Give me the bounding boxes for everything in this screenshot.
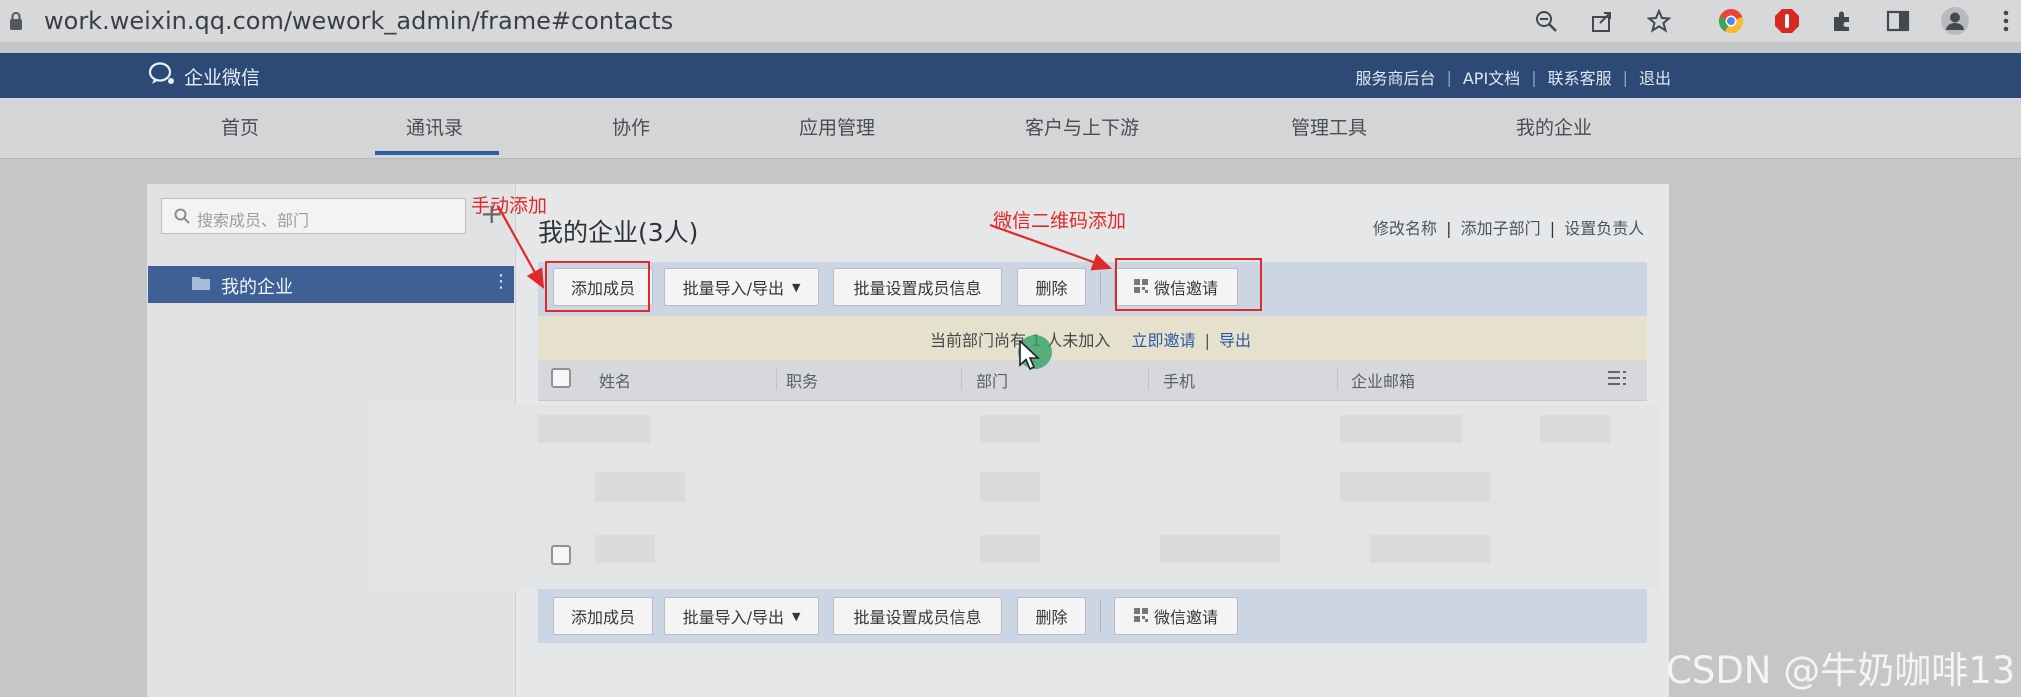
- watermark: CSDN @牛奶咖啡13: [1666, 649, 2016, 692]
- mouse-cursor-icon: [1019, 339, 1041, 376]
- annotation-arrows: [497, 205, 1113, 289]
